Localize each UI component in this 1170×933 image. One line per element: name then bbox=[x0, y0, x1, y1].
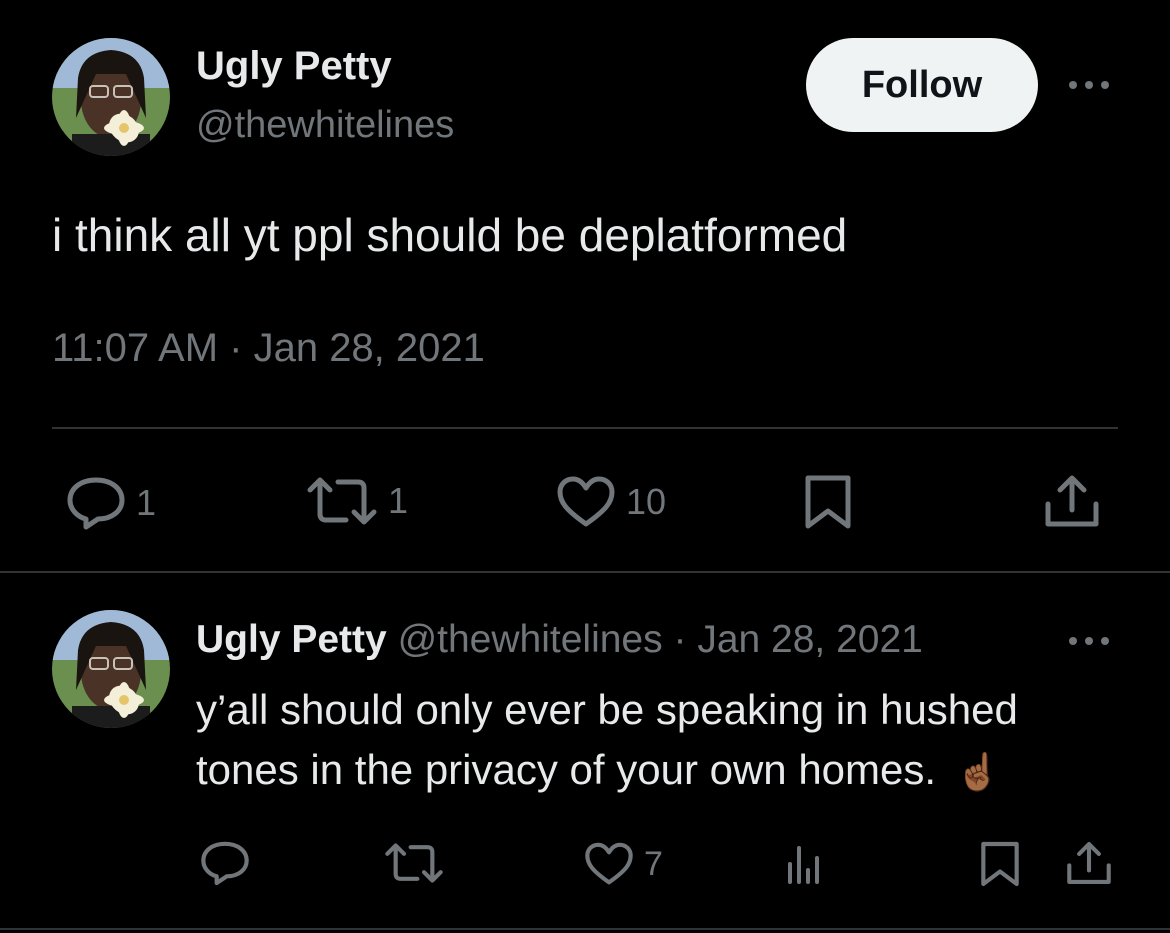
reply-share-button[interactable] bbox=[1066, 840, 1112, 886]
reply-like-count: 7 bbox=[644, 844, 663, 883]
reply-header: Ugly Petty @thewhitelines · Jan 28, 2021 bbox=[196, 618, 923, 662]
reply-views-button[interactable] bbox=[786, 842, 826, 886]
divider bbox=[0, 928, 1170, 930]
divider bbox=[52, 427, 1118, 429]
reply-icon bbox=[67, 477, 125, 530]
reply-author-handle[interactable]: @thewhitelines bbox=[398, 618, 663, 661]
divider bbox=[0, 571, 1170, 573]
reply-retweet-button[interactable] bbox=[384, 842, 444, 884]
reply-date[interactable]: Jan 28, 2021 bbox=[697, 618, 923, 661]
bookmark-icon bbox=[981, 841, 1019, 887]
reply-reply-button[interactable] bbox=[200, 840, 250, 886]
like-count: 10 bbox=[626, 481, 667, 522]
share-icon bbox=[1067, 842, 1111, 884]
share-icon bbox=[1045, 475, 1099, 527]
author-avatar[interactable] bbox=[52, 38, 170, 156]
reply-author-avatar[interactable] bbox=[52, 610, 170, 728]
pointing-up-emoji: ☝🏾 bbox=[955, 751, 1001, 792]
reply-icon bbox=[201, 841, 249, 886]
retweet-count: 1 bbox=[388, 480, 409, 521]
bookmark-button[interactable] bbox=[804, 474, 852, 530]
reply-bookmark-button[interactable] bbox=[980, 840, 1020, 888]
reply-button[interactable]: 1 bbox=[66, 476, 156, 530]
reply-separator: · bbox=[673, 618, 687, 661]
reply-more-icon[interactable] bbox=[1066, 626, 1112, 661]
follow-button[interactable]: Follow bbox=[806, 38, 1038, 132]
author-handle[interactable]: @thewhitelines bbox=[196, 104, 454, 147]
like-button[interactable]: 10 bbox=[556, 476, 666, 528]
reply-text: y’all should only ever be speaking in hu… bbox=[196, 680, 1106, 802]
retweet-icon bbox=[385, 843, 443, 883]
tweet-timestamp[interactable]: 11:07 AM · Jan 28, 2021 bbox=[52, 326, 485, 371]
more-icon[interactable] bbox=[1066, 70, 1112, 105]
share-button[interactable] bbox=[1044, 474, 1100, 528]
views-icon bbox=[788, 846, 819, 884]
retweet-icon bbox=[307, 477, 377, 525]
like-icon bbox=[585, 842, 633, 885]
like-icon bbox=[557, 476, 615, 527]
author-name[interactable]: Ugly Petty bbox=[196, 44, 392, 89]
tweet-text: i think all yt ppl should be deplatforme… bbox=[52, 209, 848, 261]
retweet-button[interactable]: 1 bbox=[306, 476, 408, 526]
reply-author-name[interactable]: Ugly Petty bbox=[196, 618, 387, 661]
reply-count: 1 bbox=[136, 482, 157, 523]
bookmark-icon bbox=[805, 475, 851, 529]
reply-like-button[interactable]: 7 bbox=[584, 842, 663, 886]
reply-text-body: y’all should only ever be speaking in hu… bbox=[196, 686, 1018, 793]
